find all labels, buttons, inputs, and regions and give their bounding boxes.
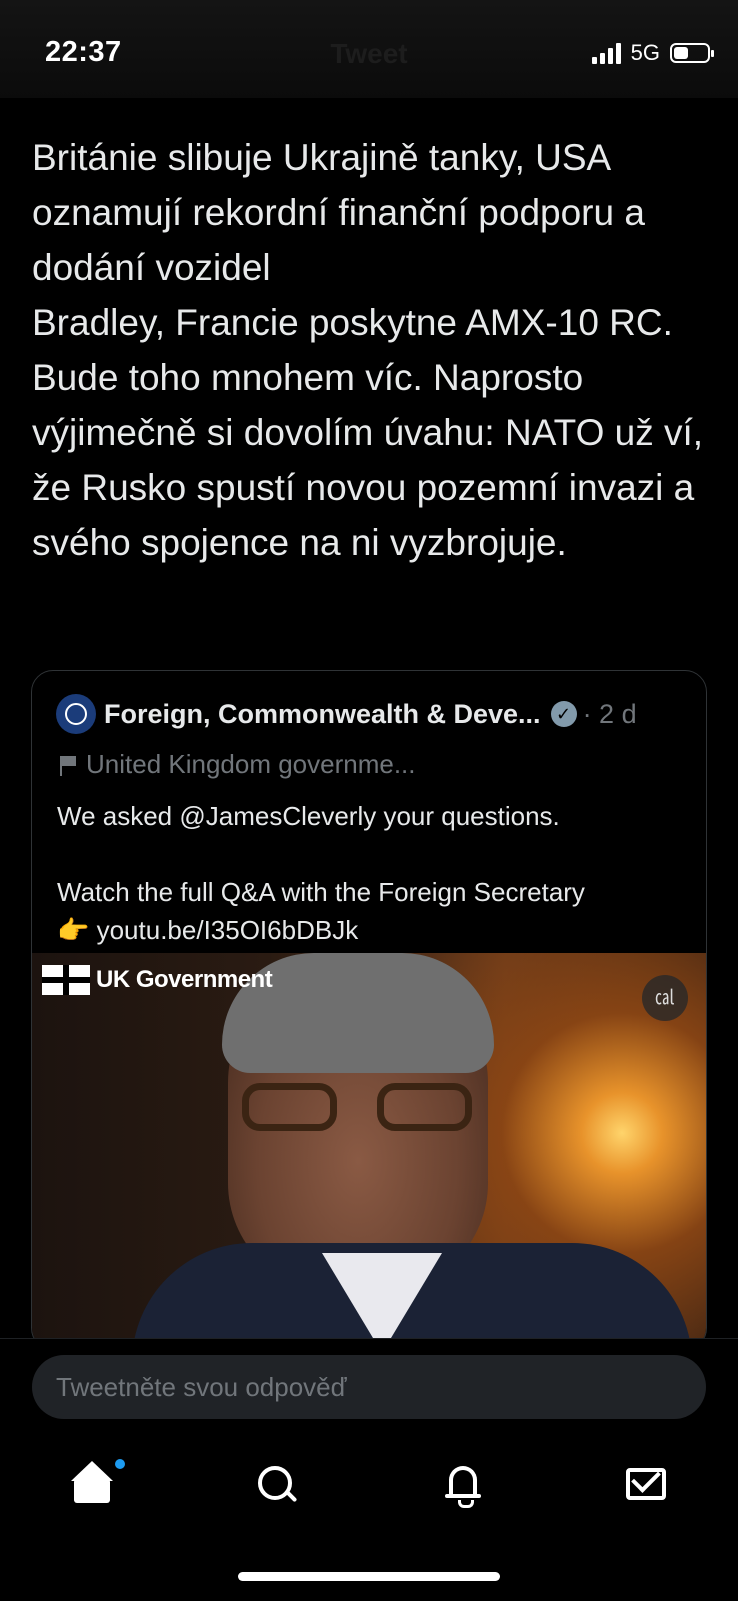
avatar[interactable] — [56, 694, 96, 734]
uk-government-logo: UK Government — [42, 965, 273, 995]
clock: 22:37 — [45, 36, 122, 68]
flag-icon — [58, 754, 78, 776]
logo-text: UK Government — [96, 966, 273, 993]
battery-icon — [670, 43, 714, 63]
government-label: United Kingdom governme... — [58, 749, 416, 780]
status-bar: Tweet 22:37 5G — [0, 0, 738, 98]
union-flag-icon — [42, 965, 90, 995]
quoted-author-name[interactable]: Foreign, Commonwealth & Deve... — [104, 699, 541, 730]
status-icons: 5G — [591, 40, 714, 66]
mail-icon — [626, 1468, 666, 1500]
quoted-tweet-text[interactable]: We asked @JamesCleverly your questions. … — [57, 797, 687, 949]
video-person-glasses — [242, 1083, 472, 1133]
signal-icon — [591, 42, 621, 64]
captions-icon[interactable]: ㎈ — [642, 975, 688, 1021]
tweet-text: Británie slibuje Ukrajině tanky, USA ozn… — [32, 137, 704, 563]
verified-badge-icon: ✓ — [550, 701, 577, 727]
home-icon — [71, 1459, 125, 1503]
tab-messages[interactable] — [616, 1454, 676, 1514]
bell-icon — [445, 1464, 481, 1508]
reply-input[interactable]: Tweetněte svou odpověď — [32, 1355, 706, 1419]
home-indicator[interactable] — [238, 1572, 500, 1581]
tab-notifications[interactable] — [433, 1454, 493, 1514]
network-label: 5G — [630, 40, 660, 65]
tab-search[interactable] — [246, 1454, 306, 1514]
search-icon — [256, 1464, 296, 1504]
notification-dot — [115, 1459, 125, 1469]
quoted-tweet-time: · 2 d — [582, 698, 637, 729]
quoted-tweet[interactable]: Foreign, Commonwealth & Deve... ✓ · 2 d … — [31, 670, 707, 1350]
bottom-area: Tweetněte svou odpověď — [0, 1338, 738, 1601]
government-label-text: United Kingdom governme... — [86, 749, 416, 779]
tab-bar — [0, 1454, 738, 1534]
video-thumbnail[interactable]: UK Government ㎈ — [32, 953, 706, 1349]
quoted-tweet-header: Foreign, Commonwealth & Deve... ✓ · 2 d — [56, 693, 637, 735]
tab-home[interactable] — [62, 1454, 125, 1514]
